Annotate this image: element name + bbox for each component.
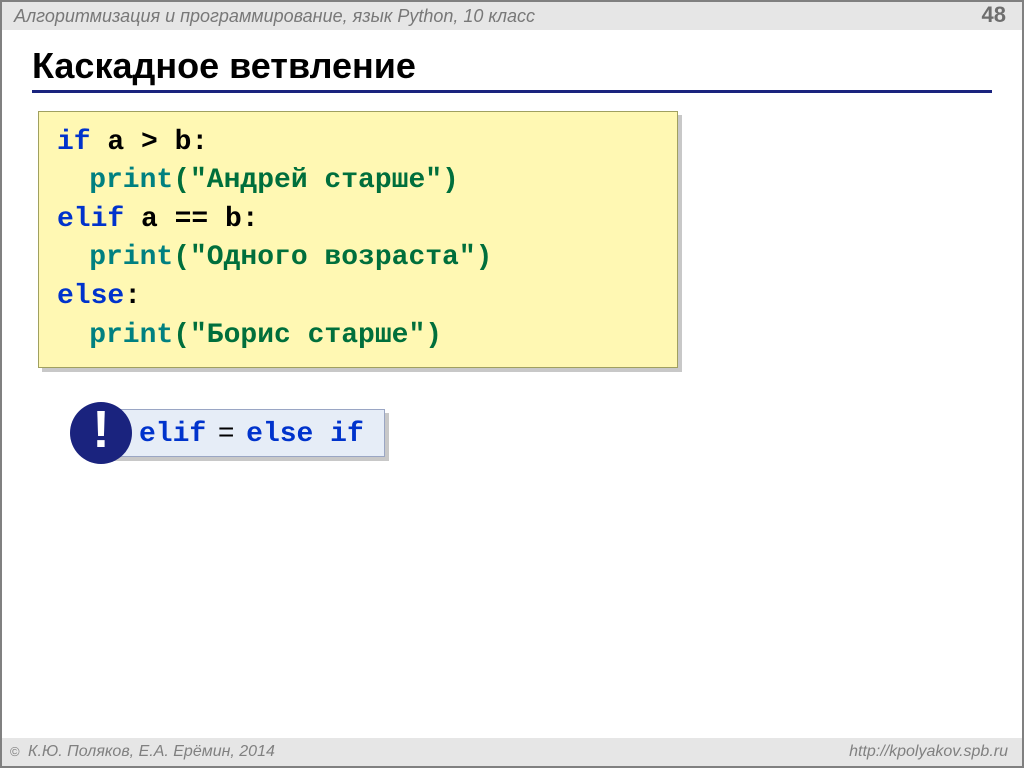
note-box: elif = else if [110,409,385,457]
code-line-5: else: [57,278,659,317]
note-row: ! elif = else if [70,402,992,464]
code-line-1: if a > b: [57,124,659,163]
note-equals: = [206,416,246,447]
slide-title: Каскадное ветвление [32,46,992,93]
exclamation-icon: ! [70,402,132,464]
fn-print-1: print [89,165,173,196]
condition-2: a == b: [124,204,258,235]
code-line-4: print("Одного возраста") [57,239,659,278]
string-same-age: ("Одного возраста") [173,242,492,273]
keyword-else: else [57,281,124,312]
slide-content: Каскадное ветвление if a > b: print("Анд… [2,30,1022,464]
code-line-2: print("Андрей старше") [57,162,659,201]
string-andrey: ("Андрей старше") [173,165,459,196]
condition-1: a > b: [91,127,209,158]
fn-print-2: print [89,242,173,273]
code-block: if a > b: print("Андрей старше") elif a … [38,111,678,369]
code-line-3: elif a == b: [57,201,659,240]
footer-authors: К.Ю. Поляков, Е.А. Ерёмин, 2014 [10,743,275,761]
page-number: 48 [982,2,1006,28]
note-elif: elif [139,419,206,450]
fn-print-3: print [89,320,173,351]
header-bar: Алгоритмизация и программирование, язык … [2,2,1022,30]
string-boris: ("Борис старше") [173,320,442,351]
note-else-if: else if [246,419,364,450]
keyword-elif: elif [57,204,124,235]
keyword-if: if [57,127,91,158]
footer-url: http://kpolyakov.spb.ru [849,743,1008,761]
code-line-6: print("Борис старше") [57,317,659,356]
footer-bar: К.Ю. Поляков, Е.А. Ерёмин, 2014 http://k… [2,738,1022,766]
course-title: Алгоритмизация и программирование, язык … [14,6,535,27]
colon: : [124,281,141,312]
